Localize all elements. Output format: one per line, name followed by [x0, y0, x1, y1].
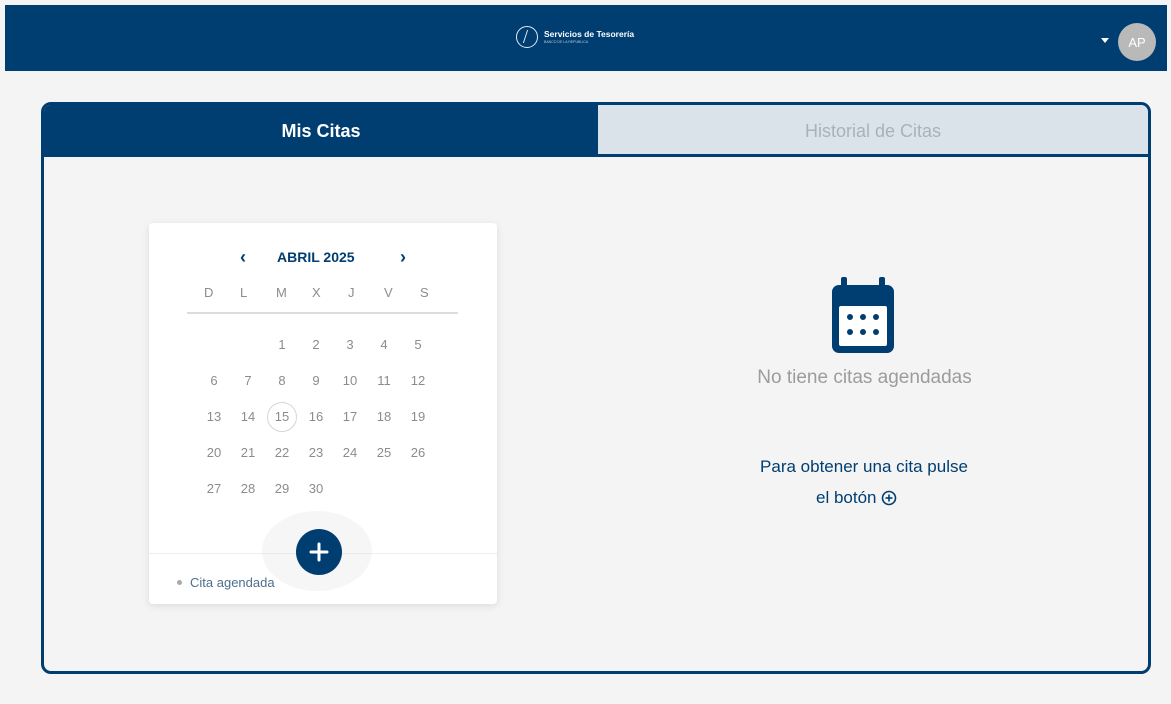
- brand-title: Servicios de Tesorería: [544, 29, 635, 39]
- brand-subtitle: BANCO DE LA REPUBLICA: [544, 39, 589, 44]
- calendar-day[interactable]: 4: [367, 327, 401, 363]
- chevron-down-icon[interactable]: [1101, 38, 1109, 43]
- help-text-label: el botón: [816, 488, 877, 507]
- weekday-label: V: [384, 285, 393, 300]
- calendar-day[interactable]: 12: [401, 363, 435, 399]
- calendar-day[interactable]: 24: [333, 435, 367, 471]
- calendar-day[interactable]: 11: [367, 363, 401, 399]
- weekday-header: D L M X J V S: [204, 285, 456, 300]
- weekday-label: M: [276, 285, 287, 300]
- calendar-day: [333, 471, 367, 507]
- calendar-day[interactable]: 22: [265, 435, 299, 471]
- calendar-day[interactable]: 17: [333, 399, 367, 435]
- next-month-button[interactable]: ›: [393, 245, 413, 269]
- tab-underline: [44, 154, 1148, 157]
- weekday-label: D: [204, 285, 214, 300]
- calendar-day[interactable]: 19: [401, 399, 435, 435]
- month-label: ABRIL 2025: [277, 249, 355, 265]
- calendar-day: [401, 471, 435, 507]
- calendar-day[interactable]: 23: [299, 435, 333, 471]
- avatar[interactable]: AP: [1118, 23, 1156, 61]
- calendar-day[interactable]: 30: [299, 471, 333, 507]
- legend-label: Cita agendada: [190, 575, 275, 590]
- brand: Servicios de Tesorería BANCO DE LA REPUB…: [516, 26, 634, 48]
- calendar-day[interactable]: 25: [367, 435, 401, 471]
- calendar-day[interactable]: 26: [401, 435, 435, 471]
- tab-historial-citas[interactable]: Historial de Citas: [598, 105, 1148, 157]
- calendar-day[interactable]: 9: [299, 363, 333, 399]
- weekday-label: J: [348, 285, 355, 300]
- previous-month-button[interactable]: ‹: [233, 245, 253, 269]
- chevron-right-icon: ›: [400, 247, 406, 267]
- calendar-day[interactable]: 1: [265, 327, 299, 363]
- calendar-day[interactable]: 29: [265, 471, 299, 507]
- weekday-label: X: [312, 285, 321, 300]
- calendar-day[interactable]: 8: [265, 363, 299, 399]
- calendar-day[interactable]: 10: [333, 363, 367, 399]
- institution-logo-icon: [516, 26, 538, 48]
- empty-state-title: No tiene citas agendadas: [757, 367, 972, 388]
- calendar-day[interactable]: 18: [367, 399, 401, 435]
- weekday-divider: [187, 312, 458, 314]
- weekday-label: S: [420, 285, 429, 300]
- calendar-days: 1 2 3 4 5 6 7 8 9 10 11 12 13 14 15 16 1…: [197, 327, 435, 507]
- add-appointment-button[interactable]: [296, 529, 342, 575]
- calendar-day-today[interactable]: 15: [267, 402, 297, 432]
- add-circle-icon: [881, 490, 896, 506]
- tab-mis-citas[interactable]: Mis Citas: [44, 105, 598, 157]
- calendar-day[interactable]: 3: [333, 327, 367, 363]
- calendar-day[interactable]: 16: [299, 399, 333, 435]
- calendar-header: ‹ ABRIL 2025 ›: [149, 245, 497, 269]
- plus-icon: [309, 542, 329, 562]
- calendar-day[interactable]: 21: [231, 435, 265, 471]
- calendar-day[interactable]: 5: [401, 327, 435, 363]
- calendar-day[interactable]: 13: [197, 399, 231, 435]
- calendar-day[interactable]: 14: [231, 399, 265, 435]
- calendar-legend: Cita agendada: [177, 575, 275, 590]
- help-text-line-2: el botón: [816, 488, 897, 508]
- appointments-panel: Mis Citas Historial de Citas ‹ ABRIL 202…: [41, 102, 1151, 674]
- top-bar: Servicios de Tesorería BANCO DE LA REPUB…: [5, 5, 1167, 71]
- weekday-label: L: [240, 285, 248, 300]
- calendar-day[interactable]: 6: [197, 363, 231, 399]
- legend-dot: [177, 580, 182, 585]
- calendar-day[interactable]: 28: [231, 471, 265, 507]
- calendar-day: [231, 327, 265, 363]
- calendar-card: ‹ ABRIL 2025 › D L M X J V S 1 2 3 4 5 6: [149, 223, 497, 604]
- calendar-day[interactable]: 2: [299, 327, 333, 363]
- tab-bar: Mis Citas Historial de Citas: [44, 105, 1148, 157]
- calendar-day[interactable]: 27: [197, 471, 231, 507]
- calendar-icon: [832, 277, 894, 353]
- calendar-day[interactable]: 7: [231, 363, 265, 399]
- calendar-day: [367, 471, 401, 507]
- calendar-day: [197, 327, 231, 363]
- calendar-day[interactable]: 20: [197, 435, 231, 471]
- help-text-line-1: Para obtener una cita pulse: [760, 457, 968, 476]
- brand-text: Servicios de Tesorería BANCO DE LA REPUB…: [544, 30, 634, 44]
- chevron-left-icon: ‹: [240, 247, 246, 267]
